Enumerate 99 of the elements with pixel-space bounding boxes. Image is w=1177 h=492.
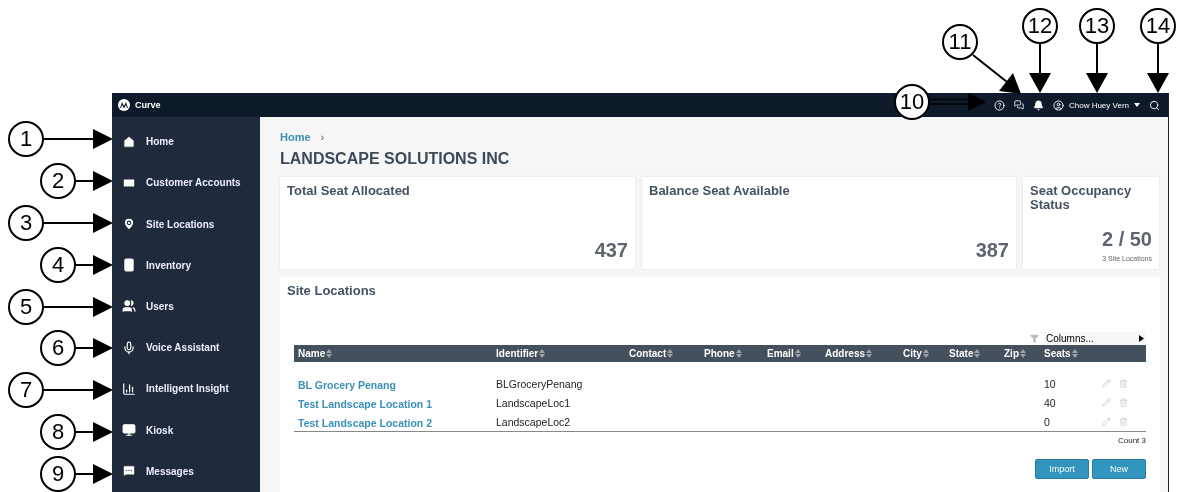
users-icon — [122, 299, 136, 314]
sort-icon — [326, 349, 333, 358]
trash-icon[interactable] — [1119, 398, 1128, 407]
user-icon — [1052, 99, 1064, 111]
sort-icon — [974, 349, 981, 358]
sort-icon — [735, 349, 742, 358]
filter-icon[interactable] — [1030, 334, 1039, 343]
sidebar-item[interactable]: Users — [112, 285, 260, 328]
column-header[interactable]: Address — [821, 348, 899, 359]
callout-arrow — [76, 171, 113, 191]
sort-icon — [794, 349, 801, 358]
sort-icon — [866, 349, 872, 358]
edit-icon[interactable] — [1102, 379, 1111, 388]
callout-arrow — [44, 380, 113, 400]
table-cell-text: 40 — [1043, 396, 1057, 409]
help-icon[interactable] — [993, 99, 1005, 111]
table-cell-text: BLGroceryPenang — [495, 377, 584, 390]
stat-label: Total Seat Allocated — [287, 184, 411, 198]
sort-icon — [1071, 349, 1078, 358]
column-header[interactable]: Seats — [1040, 348, 1098, 359]
table-cell-text: 0 — [1043, 415, 1051, 428]
table-cell-text: LandscapeLoc1 — [495, 396, 572, 409]
column-header[interactable]: Email — [763, 348, 821, 359]
table-cell-text: 10 — [1043, 377, 1057, 390]
callout-number: 9 — [40, 456, 76, 492]
callout-number: 2 — [40, 163, 76, 199]
sort-icon — [922, 349, 929, 358]
stat-label: Seat Occupancy Status — [1030, 184, 1133, 212]
callout-arrow — [76, 464, 113, 484]
callout-arrow — [44, 129, 113, 149]
callout-number: 4 — [40, 247, 76, 283]
location-link[interactable]: Test Landscape Location 1 — [294, 397, 432, 410]
sidebar-item[interactable]: Voice Assistant — [112, 327, 260, 369]
column-header[interactable]: State — [945, 348, 1000, 359]
callout-number: 8 — [40, 414, 76, 450]
stat-value: 387 — [974, 239, 1009, 262]
caret-icon — [1139, 335, 1144, 342]
caret-icon — [1134, 103, 1140, 107]
callout-number: 3 — [8, 205, 44, 241]
callout-number: 10 — [894, 84, 930, 120]
sidebar-item[interactable]: Home — [112, 121, 260, 163]
columns-dropdown[interactable]: Columns... — [1044, 332, 1146, 345]
column-header[interactable]: Name — [294, 348, 492, 359]
sidebar-item[interactable]: Intelligent Insight — [112, 368, 260, 410]
stat-value: 2 / 50 — [1100, 228, 1152, 251]
search-icon[interactable] — [1149, 99, 1160, 111]
callout-number: 13 — [1079, 8, 1115, 44]
column-header[interactable]: City — [899, 348, 945, 359]
callout-number: 7 — [8, 372, 44, 408]
stat-label: Balance Seat Available — [649, 184, 791, 198]
chart-icon — [122, 381, 136, 396]
callout-arrow — [1029, 44, 1051, 93]
column-header[interactable]: Identifier — [492, 348, 625, 359]
callout-arrow — [76, 338, 113, 358]
edit-icon[interactable] — [1102, 398, 1111, 407]
callout-number: 11 — [942, 24, 978, 60]
app-name: Curve — [135, 100, 161, 110]
mic-icon — [122, 340, 136, 355]
callout-arrow — [44, 297, 113, 317]
sort-icon — [539, 349, 546, 358]
panel-title: Site Locations — [287, 283, 377, 298]
callout-number: 14 — [1140, 8, 1176, 44]
pin-icon — [122, 217, 136, 232]
stat-value: 437 — [593, 239, 628, 262]
callout-number: 6 — [40, 330, 76, 366]
monitor-icon — [122, 423, 136, 438]
sort-icon — [667, 349, 674, 358]
callout-number: 12 — [1022, 8, 1058, 44]
sidebar-item[interactable]: Inventory — [112, 244, 260, 286]
column-header[interactable]: Phone — [700, 348, 763, 359]
callout-arrow — [1086, 44, 1108, 93]
sidebar-item[interactable]: Customer Accounts — [112, 162, 260, 204]
sort-icon — [1020, 349, 1026, 358]
callout-arrow — [1147, 44, 1169, 93]
breadcrumb-separator: › — [320, 131, 325, 143]
callout-arrow — [76, 255, 113, 275]
column-header[interactable]: Contact — [625, 348, 700, 359]
row-count: Count 3 — [1116, 436, 1146, 445]
bell-icon[interactable] — [1032, 99, 1044, 111]
trash-icon[interactable] — [1119, 417, 1128, 426]
trash-icon[interactable] — [1119, 379, 1128, 388]
logo-icon — [118, 99, 130, 111]
user-menu[interactable]: Chow Huey Vern — [1052, 99, 1140, 111]
callout-number: 1 — [8, 121, 44, 157]
message-icon — [122, 464, 136, 479]
edit-icon[interactable] — [1102, 417, 1111, 426]
callout-arrow — [44, 213, 113, 233]
sidebar-item[interactable]: Messages — [112, 450, 260, 492]
location-link[interactable]: BL Grocery Penang — [294, 378, 396, 391]
callout-number: 5 — [8, 289, 44, 325]
table-cell-text: LandscapeLoc2 — [495, 415, 572, 428]
location-link[interactable]: Test Landscape Location 2 — [294, 416, 432, 429]
sidebar-item[interactable]: Kiosk — [112, 409, 260, 451]
chat-icon[interactable] — [1013, 100, 1024, 110]
sidebar-item[interactable]: Site Locations — [112, 203, 260, 245]
callout-arrow — [76, 422, 113, 442]
column-header[interactable]: Zip — [1000, 348, 1040, 359]
page-title: LANDSCAPE SOLUTIONS INC — [280, 150, 511, 168]
home-icon — [122, 134, 136, 149]
